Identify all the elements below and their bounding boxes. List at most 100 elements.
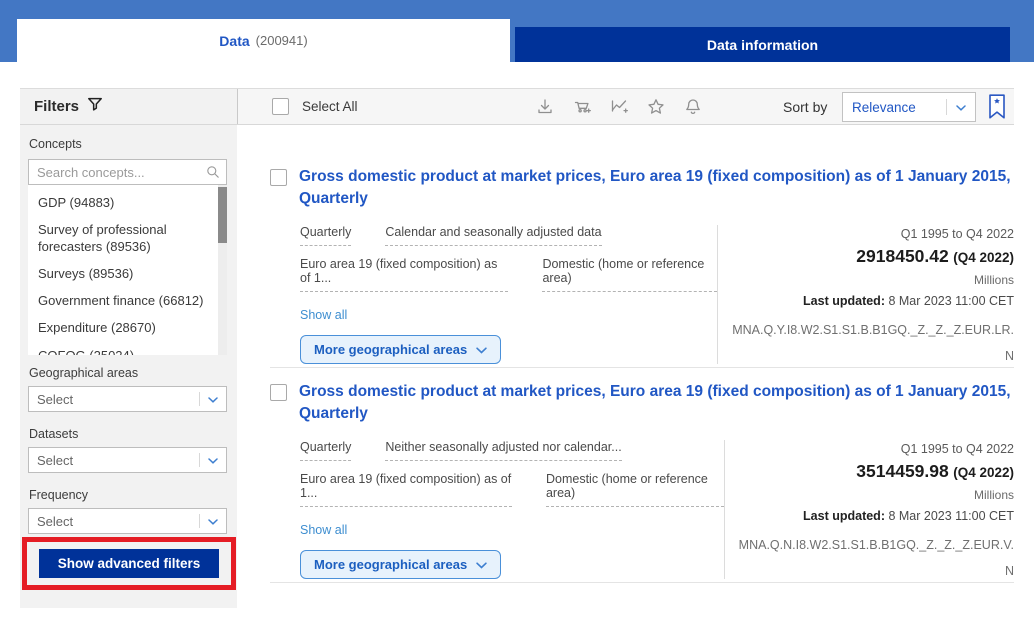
tab-data[interactable]: Data (200941) [17,19,510,62]
geographical-areas-label: Geographical areas [29,366,139,380]
star-icon[interactable] [644,95,668,119]
select-separator [199,392,200,406]
result-title[interactable]: Gross domestic product at market prices,… [299,381,1014,425]
result-body: Quarterly Neither seasonally adjusted no… [300,440,1014,579]
frequency-select[interactable]: Select [28,508,227,534]
adjustment-tag: Neither seasonally adjusted nor calendar… [385,440,622,461]
toolbar-strip: Filters Select All Sort by Relevance [20,88,1014,125]
tab-data-information[interactable]: Data information [515,27,1010,62]
datasets-label: Datasets [29,427,79,441]
chevron-down-icon [208,451,218,469]
geographical-areas-select[interactable]: Select [28,386,227,412]
result-metadata: Quarterly Calendar and seasonally adjust… [300,225,718,364]
result-head: Gross domestic product at market prices,… [270,381,1014,425]
show-all-link[interactable]: Show all [300,523,347,537]
last-updated: Last updated: 8 Mar 2023 11:00 CET [739,509,1014,523]
show-advanced-filters-button[interactable]: Show advanced filters [39,549,219,578]
unit-label: Millions [973,273,1014,287]
counterpart-tag: Domestic (home or reference area) [545,472,724,507]
observation-period: Q1 1995 to Q4 2022 [900,227,1014,241]
result-title[interactable]: Gross domestic product at market prices,… [299,166,1014,210]
tag-row: Quarterly Neither seasonally adjusted no… [300,440,724,461]
more-geographical-areas-button[interactable]: More geographical areas [300,550,502,579]
scrollbar-thumb[interactable] [218,187,227,243]
last-updated-label: Last updated: [803,509,885,523]
result-metadata: Quarterly Neither seasonally adjusted no… [300,440,724,579]
show-all-link[interactable]: Show all [300,308,347,322]
latest-value: 2918450.42 [856,246,949,266]
latest-value-period: (Q4 2022) [953,250,1014,265]
result-head: Gross domestic product at market prices,… [270,166,1014,210]
result-checkbox[interactable] [270,384,287,401]
scrollbar-track[interactable] [218,185,227,355]
last-updated-value: 8 Mar 2023 11:00 CET [888,509,1014,523]
last-updated: Last updated: 8 Mar 2023 11:00 CET [732,294,1014,308]
results-list: Gross domestic product at market prices,… [270,160,1014,583]
data-portal-screen: Data (200941) Data information Filters S… [0,0,1034,635]
concepts-label: Concepts [29,137,82,151]
bulk-action-icons [533,89,705,124]
download-icon[interactable] [533,95,557,119]
chart-add-icon[interactable] [607,95,631,119]
sort-value: Relevance [852,99,916,115]
result-values: Q1 1995 to Q4 2022 3514459.98 (Q4 2022) … [723,440,1014,579]
select-all-control: Select All [272,89,358,124]
highlight-annotation: Show advanced filters [22,537,236,590]
frequency-value: Select [37,513,74,529]
result-body: Quarterly Calendar and seasonally adjust… [300,225,1014,364]
tab-data-label: Data [219,32,250,49]
latest-value: 3514459.98 [856,461,949,481]
cart-add-icon[interactable] [570,95,594,119]
sort-by-label: Sort by [783,98,828,115]
list-item[interactable]: GDP (94883) [38,195,209,211]
select-all-checkbox[interactable] [272,98,289,115]
adjustment-tag: Calendar and seasonally adjusted data [385,225,602,246]
series-key: MNA.Q.Y.I8.W2.S1.S1.B.B1GQ._Z._Z._Z.EUR.… [732,323,1014,337]
list-item[interactable]: COFOG (25024) [38,348,209,356]
chevron-down-icon [956,98,966,116]
list-item[interactable]: Surveys (89536) [38,266,209,282]
concepts-search [28,159,227,185]
sort-separator [946,99,947,115]
list-item[interactable]: Government finance (66812) [38,293,209,309]
top-tab-band: Data (200941) Data information [0,0,1034,62]
tag-row: Euro area 19 (fixed composition) as of 1… [300,257,718,292]
result-values: Q1 1995 to Q4 2022 2918450.42 (Q4 2022) … [717,225,1014,364]
observation-period: Q1 1995 to Q4 2022 [900,442,1014,456]
sort-dropdown[interactable]: Relevance [842,92,976,122]
more-geographical-areas-label: More geographical areas [314,557,468,572]
search-input[interactable] [28,159,227,185]
chevron-down-icon [476,557,487,572]
frequency-tag: Quarterly [300,440,352,461]
chevron-down-icon [208,390,218,408]
strip-divider [237,89,238,124]
geographical-areas-value: Select [37,391,74,407]
datasets-value: Select [37,452,74,468]
search-icon [205,164,221,185]
more-geographical-areas-label: More geographical areas [314,342,468,357]
frequency-tag: Quarterly [300,225,352,246]
area-tag: Euro area 19 (fixed composition) as of 1… [300,257,509,292]
list-item[interactable]: Expenditure (28670) [38,320,209,336]
bookmark-icon[interactable] [986,93,1008,121]
result-item: Gross domestic product at market prices,… [270,368,1014,583]
tab-data-information-label: Data information [706,36,819,53]
last-updated-label: Last updated: [803,294,885,308]
bell-icon[interactable] [681,95,705,119]
tag-row: Euro area 19 (fixed composition) as of 1… [300,472,724,507]
result-checkbox[interactable] [270,169,287,186]
select-all-label: Select All [302,99,358,114]
series-key-suffix: N [1004,349,1014,363]
list-item[interactable]: Survey of professional forecasters (8953… [38,222,209,255]
latest-value-period: (Q4 2022) [953,465,1014,480]
funnel-icon [87,96,103,117]
tab-data-count: (200941) [255,33,308,48]
filters-header: Filters [20,89,237,124]
concepts-list: GDP (94883) Survey of professional forec… [28,185,227,355]
last-updated-value: 8 Mar 2023 11:00 CET [888,294,1014,308]
select-separator [199,514,200,528]
datasets-select[interactable]: Select [28,447,227,473]
more-geographical-areas-button[interactable]: More geographical areas [300,335,502,364]
area-tag: Euro area 19 (fixed composition) as of 1… [300,472,512,507]
filters-title: Filters [34,98,80,115]
